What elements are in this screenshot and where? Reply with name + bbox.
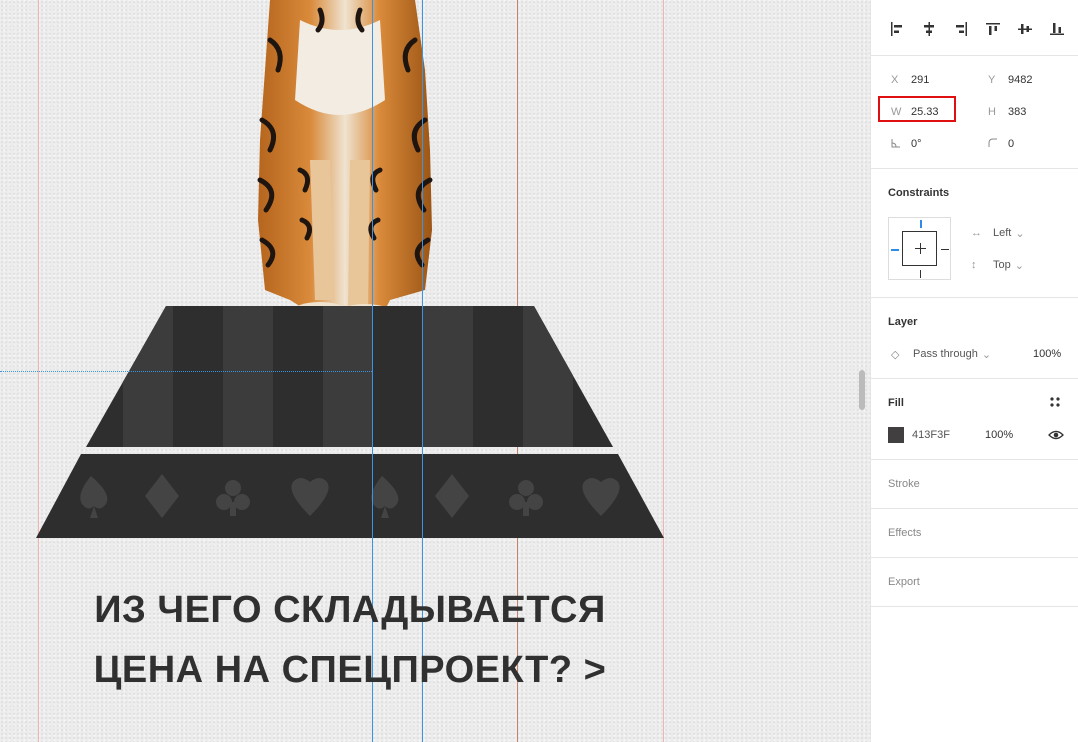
divider — [871, 606, 1078, 607]
constraint-top-indicator — [920, 220, 922, 228]
fill-hex-field[interactable]: 413F3F — [912, 425, 950, 445]
headline-text[interactable]: ИЗ ЧЕГО СКЛАДЫВАЕТСЯ ЦЕНА НА СПЕЦПРОЕКТ?… — [40, 580, 660, 700]
y-value: 9482 — [1008, 74, 1033, 86]
constraint-frame — [902, 231, 937, 266]
headline-line-2: ЦЕНА НА СПЕЦПРОЕКТ? > — [93, 649, 607, 691]
export-section[interactable]: Export — [888, 576, 920, 588]
fill-opacity-field[interactable]: 100% — [985, 425, 1013, 445]
align-bottom-icon[interactable] — [1047, 18, 1067, 40]
horizontal-constraint-icon: ↔ — [971, 227, 982, 239]
horizontal-constraint-select[interactable]: ↔ Left ⌄ — [971, 223, 1025, 243]
divider — [871, 168, 1078, 169]
rotation-value: 0° — [911, 138, 922, 150]
y-field[interactable]: Y 9482 — [988, 70, 1032, 90]
divider — [871, 378, 1078, 379]
height-field[interactable]: H 383 — [988, 102, 1026, 122]
blend-mode-value: Pass through — [913, 348, 978, 360]
x-value: 291 — [911, 74, 930, 86]
chevron-down-icon: ⌄ — [981, 348, 992, 361]
alignment-toolbar — [887, 18, 1067, 44]
blend-mode-select[interactable]: ◇ Pass through ⌄ — [891, 344, 991, 364]
align-top-icon[interactable] — [983, 18, 1003, 40]
vertical-constraint-value: Top — [993, 259, 1011, 271]
align-right-icon[interactable] — [951, 18, 971, 40]
align-vertical-center-icon[interactable] — [1015, 18, 1035, 40]
fill-title: Fill — [888, 397, 904, 409]
x-label: X — [891, 74, 899, 86]
blend-mode-icon: ◇ — [891, 348, 900, 361]
vertical-constraint-select[interactable]: ↕ Top ⌄ — [971, 255, 1024, 275]
canvas-scrollbar[interactable] — [859, 370, 865, 410]
h-value: 383 — [1008, 106, 1027, 118]
align-horizontal-center-icon[interactable] — [919, 18, 939, 40]
constraint-bottom-indicator — [920, 270, 921, 278]
fill-opacity-value: 100% — [985, 429, 1014, 441]
fill-styles-icon[interactable] — [1049, 396, 1063, 410]
divider — [871, 508, 1078, 509]
constraints-widget[interactable] — [888, 217, 951, 280]
layer-opacity-field[interactable]: 100% — [1033, 344, 1061, 364]
divider — [871, 297, 1078, 298]
horizontal-constraint-value: Left — [993, 227, 1012, 239]
chevron-down-icon: ⌄ — [1014, 259, 1024, 272]
pedestal-graphic[interactable] — [36, 306, 664, 540]
radius-value: 0 — [1008, 138, 1015, 150]
layer-opacity-value: 100% — [1033, 348, 1062, 360]
corner-radius-field[interactable]: 0 — [988, 134, 1014, 154]
corner-radius-icon — [988, 138, 1008, 151]
vertical-constraint-icon: ↕ — [971, 259, 977, 271]
chevron-down-icon: ⌄ — [1015, 227, 1025, 240]
divider — [871, 459, 1078, 460]
highlight-box — [878, 96, 956, 122]
x-field[interactable]: X 291 — [891, 70, 929, 90]
rotation-field[interactable]: 0° — [891, 134, 922, 154]
stroke-section[interactable]: Stroke — [888, 478, 920, 490]
rotation-icon — [891, 138, 911, 151]
constraint-right-indicator — [941, 249, 949, 250]
h-label: H — [988, 106, 996, 118]
effects-section[interactable]: Effects — [888, 527, 921, 539]
align-left-icon[interactable] — [887, 18, 907, 40]
fill-hex-value: 413F3F — [912, 429, 950, 441]
tiger-image[interactable] — [240, 0, 440, 330]
constraints-title: Constraints — [888, 187, 950, 199]
y-label: Y — [988, 74, 996, 86]
constraint-plus-v — [920, 243, 921, 254]
constraint-left-indicator — [891, 249, 899, 251]
fill-color-swatch[interactable] — [888, 427, 904, 443]
design-canvas[interactable]: ИЗ ЧЕГО СКЛАДЫВАЕТСЯ ЦЕНА НА СПЕЦПРОЕКТ?… — [0, 0, 870, 742]
distance-guide — [0, 371, 372, 372]
eye-icon[interactable] — [1048, 428, 1064, 442]
divider — [871, 557, 1078, 558]
layer-title: Layer — [888, 316, 918, 328]
divider — [871, 55, 1078, 56]
headline-line-1: ИЗ ЧЕГО СКЛАДЫВАЕТСЯ — [94, 589, 606, 631]
